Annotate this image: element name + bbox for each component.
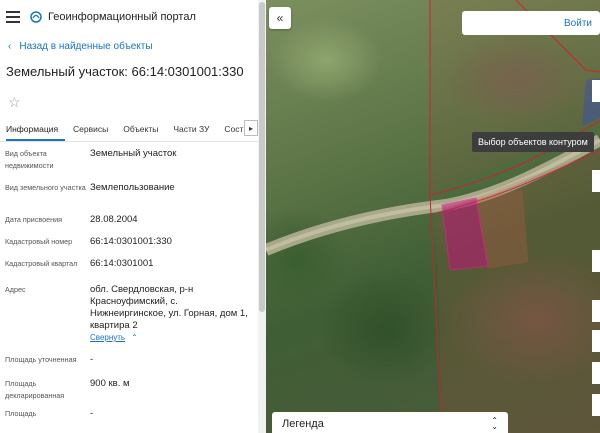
detail-value-text: 28.08.2004 [90,214,138,225]
favorite-star-icon[interactable]: ☆ [0,86,258,116]
info-panel: Геоинформационный портал ‹ Назад в найде… [0,0,258,433]
detail-label: Дата присвоения [5,215,63,224]
tab-bar: Информация Сервисы Объекты Части ЗУ Сост ▸ [0,116,258,142]
details-list: Вид объекта недвижимости Земельный участо… [0,142,258,430]
detail-label: Площадь декларированная [5,379,65,400]
login-button[interactable]: Войти [462,11,600,35]
chevron-left-icon: ‹ [8,40,12,52]
map-tool-button[interactable] [592,300,600,322]
map-tool-button[interactable] [592,80,600,102]
map-view[interactable]: « Войти Выбор объектов контуром Легенда … [266,0,600,433]
detail-value: - [90,408,258,430]
detail-value-text: обл. Свердловская, р-н Красноуфимский, с… [90,284,248,331]
back-label: Назад в найденные объекты [19,40,153,52]
detail-value-text: Земельный участок [90,148,177,159]
menu-icon[interactable] [6,11,20,23]
tab-item[interactable]: Информация [6,124,66,141]
topbar: Геоинформационный портал [0,0,258,34]
detail-value: 900 кв. м [90,378,258,408]
detail-label: Вид объекта недвижимости [5,149,54,170]
map-tool-button[interactable] [592,330,600,352]
detail-row: Вид объекта недвижимости Земельный участо… [0,148,258,182]
tab-item[interactable]: Части ЗУ [173,124,216,141]
map-overlay [266,0,600,433]
legend-label: Легенда [282,418,324,430]
detail-value-text: 900 кв. м [90,378,130,389]
double-chevron-left-icon: « [276,11,284,25]
detail-label: Площадь уточненная [5,355,77,364]
map-tool-button[interactable] [592,170,600,192]
map-tool-button[interactable] [592,362,600,384]
portal-logo-icon [30,11,42,23]
object-title: Земельный участок: 66:14:0301001:330 [6,64,244,79]
detail-value: 66:14:0301001:330 [90,236,258,258]
detail-value-text: Землепользование [90,182,175,193]
detail-value: обл. Свердловская, р-н Красноуфимский, с… [90,284,258,354]
detail-label: Адрес [5,285,26,294]
contour-select-tooltip: Выбор объектов контуром [472,132,594,152]
detail-row: Вид земельного участка Землепользование [0,182,258,214]
detail-label: Вид земельного участка [5,183,86,192]
detail-row: Кадастровый номер 66:14:0301001:330 [0,236,258,258]
detail-value: 66:14:0301001 [90,258,258,284]
detail-row: Площадь уточненная - [0,354,258,378]
scrollbar-thumb[interactable] [259,2,265,312]
detail-row: Кадастровый квартал 66:14:0301001 [0,258,258,284]
detail-value: - [90,354,258,378]
detail-value-text: 66:14:0301001 [90,258,154,269]
detail-value-text: - [90,354,94,365]
detail-value: Земельный участок [90,148,258,182]
map-tool-button[interactable] [592,250,600,272]
detail-row: Дата присвоения 28.08.2004 [0,214,258,236]
detail-value-text: - [90,408,94,419]
detail-label: Площадь [5,409,37,418]
map-tool-button[interactable] [592,394,600,416]
portal-title: Геоинформационный портал [48,11,196,23]
detail-label: Кадастровый номер [5,237,73,246]
detail-value-text: 66:14:0301001:330 [90,236,172,247]
detail-value: 28.08.2004 [90,214,258,236]
legend-select[interactable]: Легенда ⌃ ⌄ [272,412,508,433]
app: Геоинформационный портал ‹ Назад в найде… [0,0,600,433]
tab-item[interactable]: Объекты [123,124,165,141]
panel-scrollbar[interactable] [258,0,266,433]
collapse-panel-button[interactable]: « [269,7,291,29]
detail-label: Кадастровый квартал [5,259,78,268]
back-to-results-link[interactable]: ‹ Назад в найденные объекты [0,34,258,58]
collapse-address-link[interactable]: Свернуть [90,333,125,342]
up-down-chevron-icon: ⌃ ⌄ [491,416,498,431]
tab-item[interactable]: Сервисы [73,124,115,141]
chevron-right-icon[interactable]: ▸ [244,120,258,136]
detail-row: Адрес обл. Свердловская, р-н Красноуфимск… [0,284,258,354]
chevron-up-icon[interactable]: ⌃ [131,333,138,342]
detail-value: Землепользование [90,182,258,214]
detail-row: Площадь - [0,408,258,430]
detail-row: Площадь декларированная 900 кв. м [0,378,258,408]
